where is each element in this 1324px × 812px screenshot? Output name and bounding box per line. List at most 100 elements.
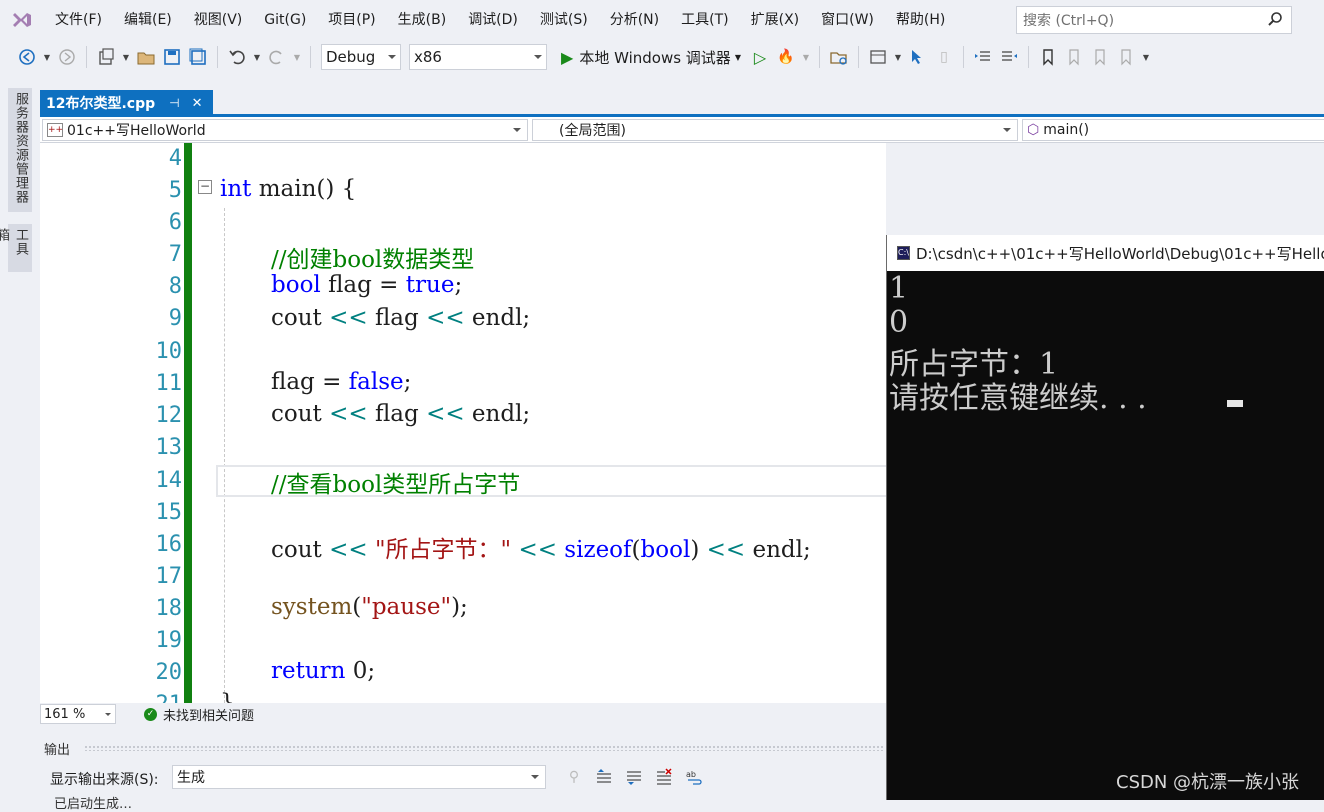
toolbox-tab[interactable]: 工具箱 [0,224,32,272]
clear-bookmarks-icon[interactable] [1115,45,1137,69]
menu-extensions[interactable]: 扩展(X) [740,0,811,40]
menu-git[interactable]: Git(G) [253,0,317,40]
word-wrap-icon[interactable]: ab [684,767,704,787]
platform-dropdown[interactable]: x86 [409,44,547,70]
menu-edit[interactable]: 编辑(E) [113,0,183,40]
chevron-down-icon[interactable]: ▼ [252,45,262,69]
code-editor[interactable]: 4 5 6 7 8 9 10 11 12 13 14 15 16 17 18 1… [40,143,886,703]
project-dropdown[interactable]: ++ 01c++写HelloWorld [42,119,528,141]
chevron-down-icon[interactable]: ▼ [121,45,131,69]
next-bookmark-icon[interactable] [1089,45,1111,69]
start-without-debugging-icon[interactable]: ▷ [749,45,771,69]
menu-debug[interactable]: 调试(D) [457,0,529,40]
code-token: ); [451,594,468,620]
output-panel: 输出 显示输出来源(S): 生成 ⚲ ab 已启动生成… [40,725,886,812]
menu-window[interactable]: 窗口(W) [810,0,885,40]
outdent-icon[interactable] [972,45,994,69]
bookmark-icon[interactable] [1037,45,1059,69]
menu-test[interactable]: 测试(S) [529,0,599,40]
configuration-value: Debug [326,48,376,66]
code-token: system [271,594,353,620]
next-message-icon[interactable] [624,767,644,787]
menu-analyze[interactable]: 分析(N) [599,0,670,40]
step-over-icon[interactable]: ▯ [933,45,955,69]
search-box[interactable]: 搜索 (Ctrl+Q) [1016,6,1292,34]
visual-studio-logo-icon[interactable] [0,0,44,40]
chevron-down-icon[interactable]: ▼ [1141,45,1151,69]
code-line-11: flag = false; [271,369,411,395]
panel-grip[interactable] [84,745,884,751]
menu-file[interactable]: 文件(F) [44,0,113,40]
close-icon[interactable]: ✕ [192,96,203,111]
issues-status[interactable]: 未找到相关问题 [163,705,254,724]
menu-help[interactable]: 帮助(H) [885,0,956,40]
start-debugging-label: 本地 Windows 调试器 [579,48,731,67]
code-line-8: bool flag = true; [271,272,462,298]
undo-icon[interactable] [226,45,248,69]
line-number: 16 [155,532,183,557]
zoom-dropdown[interactable]: 161 % [40,704,116,724]
line-number: 15 [155,500,183,525]
navigation-bar: ++ 01c++写HelloWorld (全局范围) ⬡ main() [40,117,1324,143]
back-icon[interactable] [16,45,38,69]
console-window[interactable]: C:\ D:\csdn\c++\01c++写HelloWorld\Debug\0… [886,235,1324,800]
line-number: 5 [168,178,182,203]
new-project-icon[interactable] [95,45,117,69]
previous-message-icon[interactable] [594,767,614,787]
output-source-dropdown[interactable]: 生成 [172,765,546,789]
menu-view[interactable]: 视图(V) [183,0,254,40]
menu-project[interactable]: 项目(P) [317,0,386,40]
indent-icon[interactable] [998,45,1020,69]
code-token: ; [454,272,463,298]
code-comment: //创建bool数据类型 [271,247,475,273]
code-line-18: system("pause"); [271,594,468,620]
code-token: ( [352,594,362,620]
chevron-down-icon [105,713,111,716]
chevron-down-icon[interactable]: ▼ [292,45,302,69]
line-number: 10 [155,339,183,364]
scope-dropdown[interactable]: (全局范围) [532,119,1018,141]
editor-status-bar: 161 % ✓ 未找到相关问题 [40,703,886,725]
previous-bookmark-icon[interactable] [1063,45,1085,69]
menu-build[interactable]: 生成(B) [387,0,458,40]
step-cursor-icon[interactable] [907,45,929,69]
document-tab[interactable]: 12布尔类型.cpp ⊣ ✕ [40,90,213,116]
clear-all-icon[interactable] [654,767,674,787]
save-all-icon[interactable] [187,45,209,69]
chevron-down-icon[interactable]: ▼ [801,45,811,69]
pin-icon[interactable]: ⊣ [169,96,179,110]
console-title: D:\csdn\c++\01c++写HelloWorld\Debug\01c++… [915,244,1324,263]
code-token: false [348,369,404,395]
hot-reload-icon[interactable]: 🔥 [775,45,797,69]
line-number: 6 [168,210,182,235]
chevron-down-icon[interactable]: ▼ [42,45,52,69]
line-number: 21 [156,692,183,703]
code-token: ; [403,369,412,395]
layout-icon[interactable] [867,45,889,69]
configuration-dropdown[interactable]: Debug [321,44,401,70]
chevron-down-icon [531,775,539,779]
redo-icon[interactable] [266,45,288,69]
forward-icon[interactable] [56,45,78,69]
console-title-bar[interactable]: C:\ D:\csdn\c++\01c++写HelloWorld\Debug\0… [887,235,1324,271]
member-dropdown[interactable]: ⬡ main() [1022,119,1324,141]
code-token: bool [271,272,321,298]
line-number: 17 [155,564,183,589]
code-token: 0; [345,658,376,684]
find-in-output-icon[interactable]: ⚲ [564,767,584,787]
watermark: CSDN @杭漂一族小张 [1116,772,1300,793]
collapse-toggle-icon[interactable]: − [198,180,212,194]
menu-tools[interactable]: 工具(T) [670,0,739,40]
code-token: cout [271,537,330,563]
server-explorer-tab[interactable]: 服务器资源管理器 [8,88,32,212]
code-token: } [220,690,235,703]
chevron-down-icon[interactable]: ▼ [893,45,903,69]
line-number: 7 [168,242,182,267]
save-icon[interactable] [161,45,183,69]
code-token: flag [367,305,427,331]
play-icon: ▶ [561,47,574,67]
open-folder-icon[interactable] [135,45,157,69]
code-line-12: cout << flag << endl; [271,401,530,427]
browse-folder-icon[interactable] [828,45,850,69]
start-debugging-button[interactable]: ▶ 本地 Windows 调试器 ▼ [561,47,741,68]
